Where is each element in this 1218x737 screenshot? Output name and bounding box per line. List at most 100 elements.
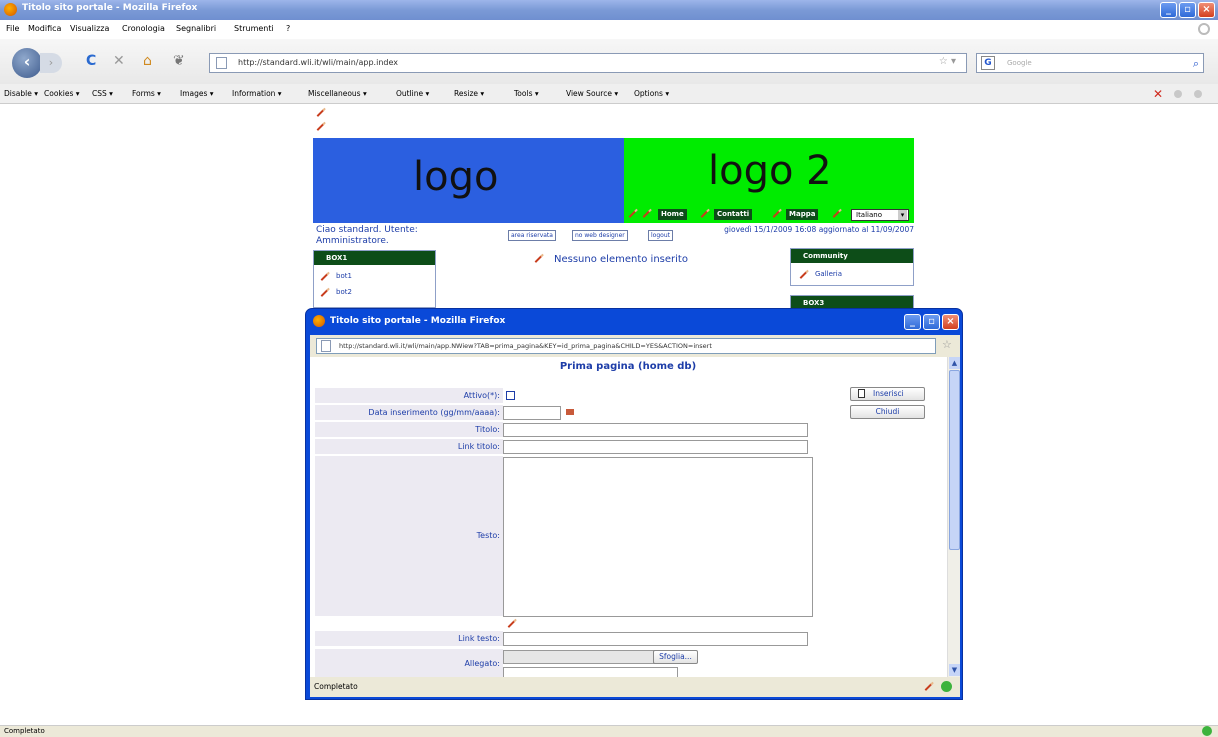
browse-button[interactable]: Sfoglia...: [653, 650, 698, 664]
reload-icon[interactable]: C: [86, 53, 96, 69]
edit-pencil-icon[interactable]: [799, 271, 808, 279]
dev-information[interactable]: Information ▾: [232, 89, 282, 98]
calendar-icon[interactable]: [566, 409, 574, 415]
nav-mappa[interactable]: Mappa: [786, 209, 819, 220]
popup-url-field[interactable]: http://standard.wli.it/wli/main/app.NWie…: [316, 338, 936, 354]
reserved-area-button[interactable]: area riservata: [508, 230, 556, 241]
popup-url-bar: http://standard.wli.it/wli/main/app.NWie…: [310, 335, 960, 357]
link-titolo-input[interactable]: [503, 440, 808, 454]
community-box: Community Galleria: [790, 248, 914, 286]
logo-block: logo: [313, 138, 624, 223]
url-bar[interactable]: http://standard.wli.it/wli/main/app.inde…: [209, 53, 967, 73]
bookmark-tool-icon[interactable]: ❦: [173, 53, 185, 69]
search-placeholder: Google: [1007, 59, 1032, 67]
scroll-thumb[interactable]: [949, 370, 960, 550]
close-button[interactable]: ×: [1198, 2, 1215, 18]
dev-outline[interactable]: Outline ▾: [396, 89, 429, 98]
star-icon[interactable]: ☆ ▾: [939, 56, 956, 67]
scroll-up-icon[interactable]: ▲: [949, 357, 960, 369]
search-box[interactable]: G Google ⌕: [976, 53, 1204, 73]
popup-statusbar: Completato: [310, 677, 960, 697]
label-attivo: Attivo(*):: [315, 388, 503, 403]
edit-pencil-icon[interactable]: [628, 210, 637, 218]
form-title: Prima pagina (home db): [559, 361, 697, 372]
testo-textarea[interactable]: [503, 457, 813, 617]
edit-pencil-icon[interactable]: [507, 620, 516, 628]
date-input[interactable]: [503, 406, 561, 420]
dev-images[interactable]: Images ▾: [180, 89, 214, 98]
home-icon[interactable]: ⌂: [143, 53, 152, 69]
menu-cronologia[interactable]: Cronologia: [122, 24, 165, 33]
statusbar: Completato: [0, 725, 1218, 737]
back-button[interactable]: ‹: [12, 48, 42, 78]
scroll-down-icon[interactable]: ▼: [949, 664, 960, 676]
star-icon[interactable]: ☆: [942, 338, 952, 351]
search-engine-icon[interactable]: G: [981, 56, 995, 70]
minimize-button[interactable]: _: [1160, 2, 1177, 18]
link-testo-input[interactable]: [503, 632, 808, 646]
popup-content: Prima pagina (home db) Attivo(*): Data i…: [310, 357, 960, 677]
edit-pencil-icon[interactable]: [320, 273, 329, 281]
firefox-icon: [313, 315, 325, 327]
dev-cookies[interactable]: Cookies ▾: [44, 89, 80, 98]
edit-pencil-icon[interactable]: [832, 210, 841, 218]
popup-maximize-button[interactable]: ▫: [923, 314, 940, 330]
edit-pencil-icon[interactable]: [316, 123, 325, 131]
menu-segnalibri[interactable]: Segnalibri: [176, 24, 216, 33]
menu-file[interactable]: File: [6, 24, 19, 33]
edit-pencil-icon[interactable]: [316, 109, 325, 117]
ok-status-icon: [1202, 726, 1212, 736]
box1-title: BOX1: [314, 251, 435, 265]
box1-item[interactable]: bot1: [336, 272, 352, 280]
insert-button[interactable]: Inserisci: [850, 387, 925, 401]
community-title: Community: [791, 249, 913, 263]
navigation-toolbar: ‹ › C ✕ ⌂ ❦ http://standard.wli.it/wli/m…: [0, 39, 1218, 84]
logo2-text: logo 2: [708, 148, 832, 194]
menu-help[interactable]: ?: [286, 24, 290, 33]
nav-contatti[interactable]: Contatti: [714, 209, 753, 220]
box1-item[interactable]: bot2: [336, 288, 352, 296]
popup-minimize-button[interactable]: _: [904, 314, 921, 330]
attivo-checkbox[interactable]: [506, 391, 515, 400]
dev-disable[interactable]: Disable ▾: [4, 89, 38, 98]
search-icon[interactable]: ⌕: [1193, 57, 1199, 71]
forward-button[interactable]: ›: [40, 53, 62, 73]
edit-pencil-icon[interactable]: [772, 210, 781, 218]
community-item[interactable]: Galleria: [815, 270, 842, 278]
dev-tools[interactable]: Tools ▾: [514, 89, 539, 98]
label-allegato: Allegato:: [315, 649, 503, 677]
stop-icon[interactable]: ✕: [113, 53, 125, 69]
titolo-input[interactable]: [503, 423, 808, 437]
menu-visualizza[interactable]: Visualizza: [70, 24, 109, 33]
edit-pencil-icon[interactable]: [534, 255, 543, 263]
dev-forms[interactable]: Forms ▾: [132, 89, 161, 98]
menu-bar: File Modifica Visualizza Cronologia Segn…: [0, 20, 1218, 39]
edit-pencil-icon[interactable]: [320, 289, 329, 297]
close-form-button[interactable]: Chiudi: [850, 405, 925, 419]
language-select[interactable]: Italiano: [851, 209, 909, 221]
dev-css[interactable]: CSS ▾: [92, 89, 113, 98]
dev-view-source[interactable]: View Source ▾: [566, 89, 618, 98]
dev-options[interactable]: Options ▾: [634, 89, 669, 98]
firefox-icon: [4, 3, 17, 16]
allegato-input[interactable]: [503, 650, 678, 664]
dev-close-icon[interactable]: ✕: [1153, 87, 1163, 101]
popup-scrollbar[interactable]: ▲ ▼: [947, 357, 960, 677]
nav-home[interactable]: Home: [658, 209, 687, 220]
edit-pencil-icon[interactable]: [642, 210, 651, 218]
dev-resize[interactable]: Resize ▾: [454, 89, 484, 98]
logo-text: logo: [413, 154, 499, 200]
allegato-input-2[interactable]: [503, 667, 678, 677]
menu-modifica[interactable]: Modifica: [28, 24, 61, 33]
popup-close-button[interactable]: ×: [942, 314, 959, 330]
logout-button[interactable]: logout: [648, 230, 673, 241]
status-text: Completato: [4, 727, 45, 735]
dev-miscellaneous[interactable]: Miscellaneous ▾: [308, 89, 367, 98]
page-icon: [321, 340, 331, 352]
edit-pencil-icon[interactable]: [700, 210, 709, 218]
menu-strumenti[interactable]: Strumenti: [234, 24, 274, 33]
maximize-button[interactable]: ▫: [1179, 2, 1196, 18]
window-titlebar: Titolo sito portale - Mozilla Firefox _ …: [0, 0, 1218, 20]
label-testo: Testo:: [315, 456, 503, 616]
web-designer-button[interactable]: no web designer: [572, 230, 628, 241]
